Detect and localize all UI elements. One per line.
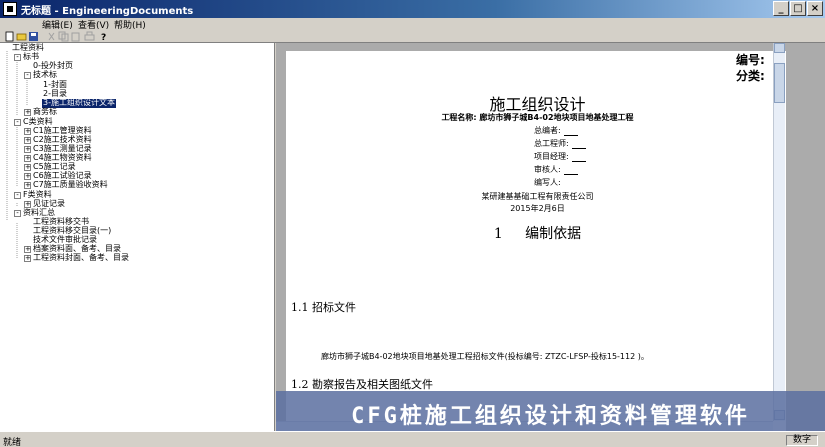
print-icon[interactable] (84, 31, 95, 42)
banner-text: CFG桩施工组织设计和资料管理软件 (351, 404, 750, 429)
tree-expand-icon[interactable]: + (24, 182, 31, 189)
copy-icon[interactable] (58, 31, 69, 42)
page-margin: 编号: 分类: (736, 43, 825, 431)
help-icon[interactable]: ? (98, 31, 109, 42)
tree-node-c7[interactable]: C7施工质量验收资料 (33, 181, 108, 190)
title-bar: 无标题 - EngineeringDocuments _ □ × (0, 0, 825, 18)
heading-text: 编制依据 (525, 226, 582, 242)
doc-project-name: 工程名称: 廊坊市狮子城B4-02地块项目地基处理工程 (441, 113, 634, 122)
doc-field-author: 编写人: (534, 177, 561, 188)
caption-banner: CFG桩施工组织设计和资料管理软件 (276, 391, 825, 431)
menu-help[interactable]: 帮助(H) (114, 18, 146, 31)
tree-node-tech-bid[interactable]: 技术标 (33, 71, 57, 80)
doc-company: 某研建基基础工程有限责任公司 (481, 192, 594, 201)
field-label: 项目经理: (534, 152, 569, 161)
open-folder-icon[interactable] (16, 31, 27, 42)
doc-field-project-manager: 项目经理: (534, 151, 586, 162)
doc-field-reviewer: 审核人: (534, 164, 578, 175)
status-text: 就绪 (3, 438, 22, 447)
tree-expand-icon[interactable]: + (24, 255, 31, 262)
tree-collapse-icon[interactable]: - (14, 54, 21, 61)
tree-expand-icon[interactable]: + (24, 173, 31, 180)
status-numlock: 数字 (786, 435, 819, 446)
cut-icon[interactable] (46, 31, 57, 42)
new-file-icon[interactable] (4, 31, 15, 42)
field-label: 总编者: (534, 126, 561, 135)
tree-pane: 工程资料 - 标书 0-投外封页 - 技术标 1-封面 2-目录 3-施工组织设… (0, 43, 275, 431)
tree-expand-icon[interactable]: + (24, 164, 31, 171)
tree-collapse-icon[interactable]: - (14, 210, 21, 217)
doc-date: 2015年2月6日 (510, 204, 565, 213)
tree-expand-icon[interactable]: + (24, 137, 31, 144)
tree-expand-icon[interactable]: + (24, 155, 31, 162)
doc-heading-1-1: 1.1 招标文件 (291, 301, 356, 314)
vertical-scrollbar[interactable] (773, 43, 785, 421)
doc-paragraph: 廊坊市狮子城B4-02地块项目地基处理工程招标文件(投标编号: ZTZC-LFS… (321, 352, 649, 361)
tree-collapse-icon[interactable]: - (24, 72, 31, 79)
tree-expand-icon[interactable]: + (24, 201, 31, 208)
paste-icon[interactable] (70, 31, 81, 42)
doc-category-label: 分类: (736, 69, 765, 83)
tree-node-business-bid[interactable]: 商务标 (33, 108, 57, 117)
menu-edit[interactable]: 编辑(E) (42, 18, 73, 31)
tree-expand-icon[interactable]: + (24, 146, 31, 153)
tree-collapse-icon[interactable]: - (14, 192, 21, 199)
svg-text:?: ? (101, 33, 106, 42)
doc-number-label: 编号: (736, 53, 765, 67)
tree-expand-icon[interactable]: + (24, 109, 31, 116)
field-label: 编写人: (534, 178, 561, 187)
field-label: 总工程师: (534, 139, 569, 148)
status-bar: 就绪 数字 (0, 431, 825, 447)
tree-expand-icon[interactable]: + (24, 246, 31, 253)
scroll-thumb[interactable] (774, 63, 785, 103)
tree-expand-icon[interactable]: + (24, 128, 31, 135)
document-page[interactable]: 施工组织设计 工程名称: 廊坊市狮子城B4-02地块项目地基处理工程 总编者: … (286, 51, 789, 431)
save-icon[interactable] (28, 31, 39, 42)
minimize-button[interactable]: _ (773, 1, 789, 16)
document-pane: 施工组织设计 工程名称: 廊坊市狮子城B4-02地块项目地基处理工程 总编者: … (276, 43, 825, 431)
window-title: 无标题 - EngineeringDocuments (21, 6, 194, 17)
heading-number: 1 (493, 226, 503, 242)
doc-field-editor: 总编者: (534, 125, 578, 136)
field-label: 审核人: (534, 165, 561, 174)
app-icon (3, 2, 17, 16)
doc-heading-1: 1 编制依据 (286, 223, 789, 243)
close-button[interactable]: × (807, 1, 823, 16)
tree-node-doc-cover[interactable]: 工程资料封面、备考、目录 (33, 254, 129, 263)
menu-bar: 编辑(E) 查看(V) 帮助(H) (0, 18, 825, 31)
doc-field-chief-engineer: 总工程师: (534, 138, 586, 149)
toolbar: ? (0, 31, 825, 43)
menu-view[interactable]: 查看(V) (78, 18, 109, 31)
tree-collapse-icon[interactable]: - (14, 119, 21, 126)
scroll-up-arrow[interactable] (774, 43, 785, 53)
maximize-button[interactable]: □ (790, 1, 806, 16)
doc-heading-1-2: 1.2 勘察报告及相关图纸文件 (291, 378, 433, 391)
